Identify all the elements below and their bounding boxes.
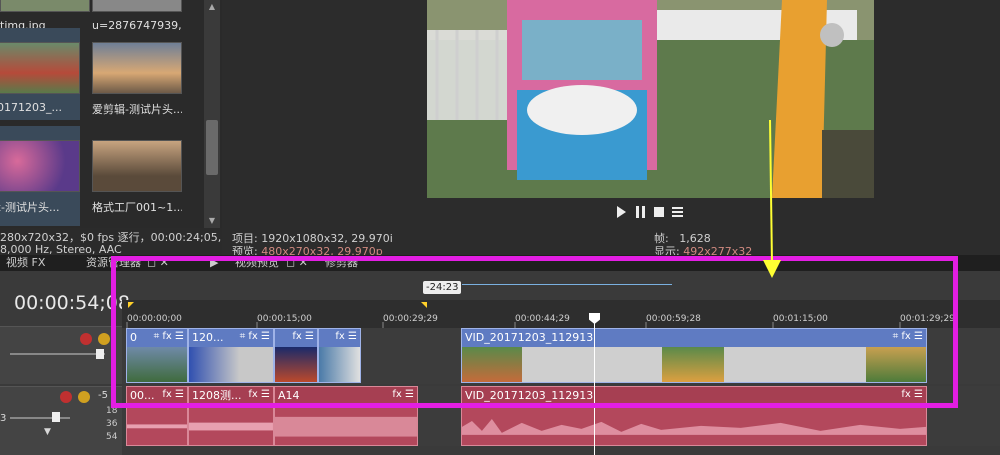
audio-waveform xyxy=(462,418,926,435)
meter-label: 54 xyxy=(106,432,118,442)
media-thumbnail xyxy=(0,140,80,192)
solo-icon[interactable] xyxy=(78,391,90,403)
pause-icon xyxy=(636,206,639,218)
audio-track-header: -5 3 ▼ xyxy=(0,386,122,455)
media-item[interactable]: u=2876747939,... xyxy=(92,0,182,32)
media-thumbnail xyxy=(92,0,182,12)
track-number: 3 xyxy=(0,413,7,424)
stop-icon xyxy=(654,207,664,217)
menu-icon xyxy=(672,207,683,217)
pan-dropdown-icon[interactable]: ▼ xyxy=(44,427,51,437)
level-slider[interactable] xyxy=(10,353,105,355)
video-track-header xyxy=(0,326,122,384)
media-item[interactable]: 爱剪辑-测试片头... xyxy=(92,42,182,117)
audio-waveform xyxy=(189,422,273,431)
media-caption: 爱剪辑-测试片头... xyxy=(92,103,182,116)
audio-waveform xyxy=(127,424,187,429)
scroll-down-arrow-icon[interactable]: ▼ xyxy=(207,216,217,226)
play-icon xyxy=(617,206,626,218)
transport-controls xyxy=(614,205,694,222)
annotation-highlight-box xyxy=(111,256,958,408)
volume-readout: -5 xyxy=(98,390,108,401)
media-item[interactable]: 格式工厂001~1... xyxy=(92,140,182,215)
media-thumbnail xyxy=(92,140,182,192)
media-thumbnail xyxy=(0,42,80,94)
video-preview-frame xyxy=(427,0,874,198)
media-caption: 20171203_... xyxy=(0,101,62,114)
media-caption: 辑-测试片头... xyxy=(0,201,60,214)
meter-label: 36 xyxy=(106,419,118,429)
volume-slider-handle[interactable] xyxy=(52,412,60,422)
level-slider-handle[interactable] xyxy=(96,349,104,359)
volume-slider[interactable] xyxy=(10,417,70,419)
media-thumbnail xyxy=(0,0,90,12)
scrollbar-thumb[interactable] xyxy=(206,120,218,175)
scroll-up-arrow-icon[interactable]: ▲ xyxy=(207,2,217,12)
media-item[interactable]: 辑-测试片头... xyxy=(0,140,80,215)
media-item[interactable]: 20171203_... xyxy=(0,42,80,114)
media-caption: u=2876747939,... xyxy=(92,19,182,32)
media-browser: timg.jpg u=2876747939,... 20171203_... 爱… xyxy=(0,0,222,228)
mute-icon[interactable] xyxy=(80,333,92,345)
audio-meter-labels: 18 36 54 xyxy=(106,405,117,444)
tab-video-fx[interactable]: 视频 FX xyxy=(6,255,45,271)
mute-icon[interactable] xyxy=(60,391,72,403)
media-thumbnail xyxy=(92,42,182,94)
media-scrollbar[interactable]: ▲ ▼ xyxy=(204,0,220,228)
audio-waveform xyxy=(275,416,417,437)
annotation-arrow-icon xyxy=(763,120,781,278)
media-caption: 格式工厂001~1... xyxy=(92,201,182,214)
solo-icon[interactable] xyxy=(98,333,110,345)
